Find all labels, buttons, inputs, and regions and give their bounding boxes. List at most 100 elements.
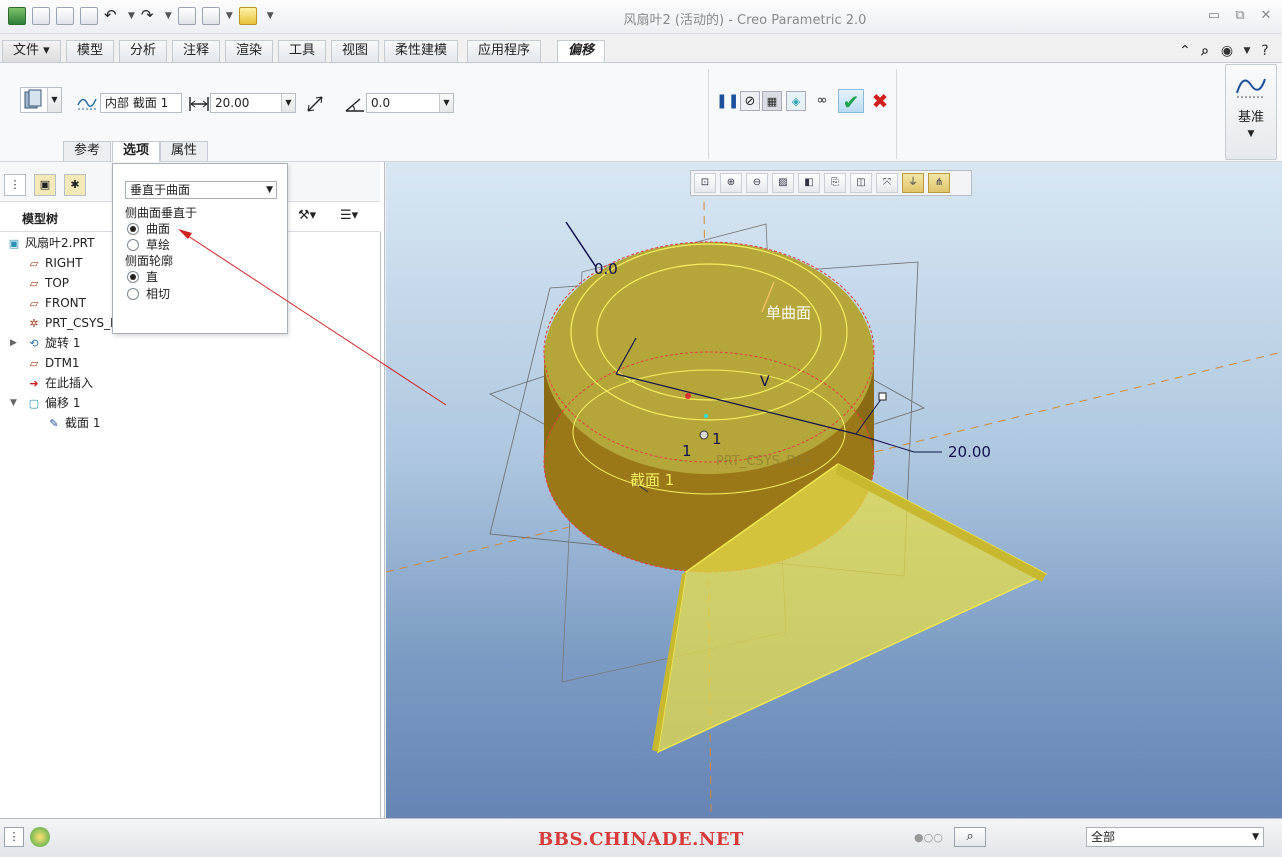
offset-type-icon: [24, 89, 42, 109]
tree-item-front[interactable]: ▱ FRONT: [26, 294, 86, 312]
tree-item-dtm1[interactable]: ▱ DTM1: [26, 354, 80, 372]
tree-settings-icon[interactable]: ⚒▾: [298, 208, 316, 223]
radio-tangent[interactable]: 相切: [127, 285, 170, 302]
offset-type-selector[interactable]: ▼: [20, 87, 62, 113]
section-label: 截面 1: [630, 471, 675, 489]
tree-item-label: FRONT: [45, 296, 86, 310]
tree-item-top[interactable]: ▱ TOP: [26, 274, 69, 292]
folder-browser-tab-icon[interactable]: ▣: [34, 174, 56, 196]
side-surface-type-select[interactable]: 垂直于曲面 ▼: [125, 181, 277, 199]
tab-file[interactable]: 文件 ▾: [2, 40, 61, 62]
datum-dropdown-icon: ▼: [1247, 129, 1255, 139]
tab-properties[interactable]: 属性: [160, 141, 209, 161]
distance-dropdown-icon: ▼: [281, 94, 295, 112]
group1-label: 侧曲面垂直于: [125, 206, 198, 220]
tab-applications[interactable]: 应用程序: [467, 40, 542, 62]
group2-label: 侧面轮廓: [125, 254, 174, 268]
radio-dot: [127, 270, 139, 283]
radio-straight[interactable]: 直: [127, 268, 158, 285]
saved-views-icon[interactable]: ⎘: [824, 173, 846, 193]
collapse-icon[interactable]: ▼: [10, 398, 17, 408]
minimize-button[interactable]: ▭: [1204, 8, 1224, 24]
tree-item-section[interactable]: ✎ 截面 1: [46, 414, 100, 432]
tab-view[interactable]: 视图: [331, 40, 380, 62]
dimension-value-label[interactable]: 20.00: [948, 443, 991, 461]
display-style-icon[interactable]: ◧: [798, 173, 820, 193]
verify-icon[interactable]: ◈: [786, 91, 806, 111]
annotation-display-icon[interactable]: ⋔: [928, 173, 950, 193]
section-collector[interactable]: 内部 截面 1: [100, 93, 182, 113]
find-icon[interactable]: ⌕: [954, 827, 986, 847]
draft-angle-icon: [345, 98, 364, 112]
angle-leader: [565, 221, 597, 268]
drag-handle: [878, 392, 887, 401]
tab-render[interactable]: 渲染: [225, 40, 274, 62]
refit-icon[interactable]: ⊡: [694, 173, 716, 193]
preview-icon[interactable]: ▦: [762, 91, 782, 111]
zoom-in-icon[interactable]: ⊕: [720, 173, 742, 193]
distance-input[interactable]: 20.00 ▼: [210, 93, 296, 113]
selection-filter-select[interactable]: 全部 ▼: [1086, 827, 1264, 847]
radio-label: 相切: [146, 287, 171, 301]
radio-label: 曲面: [146, 222, 171, 236]
tree-item-label: RIGHT: [45, 256, 83, 270]
glasses-preview-icon[interactable]: ∞: [810, 91, 834, 111]
datum-group-button[interactable]: 基准 ▼: [1225, 64, 1277, 160]
tree-item-offset[interactable]: ▢ 偏移 1: [26, 394, 81, 412]
sketch-icon: ✎: [49, 417, 59, 430]
datum-plane-icon: ▱: [29, 297, 39, 310]
ribbon-divider: [896, 69, 897, 159]
tree-item-insert-here[interactable]: ➜ 在此插入: [26, 374, 93, 392]
datum-plane-icon: ▱: [29, 357, 39, 370]
zoom-out-icon[interactable]: ⊖: [746, 173, 768, 193]
help-icon[interactable]: ?: [1256, 42, 1274, 60]
datum-display-icon[interactable]: ⏚: [902, 173, 924, 193]
search-icon[interactable]: ⌕: [1196, 42, 1214, 60]
single-surface-label: 单曲面: [766, 304, 812, 322]
insert-arrow-icon: ➜: [29, 377, 39, 390]
help-dropdown-icon[interactable]: ▼: [1238, 42, 1256, 60]
restore-button[interactable]: ⧉: [1230, 8, 1250, 24]
tree-item-part[interactable]: ▣ 风扇叶2.PRT: [6, 234, 95, 252]
tab-model[interactable]: 模型: [66, 40, 115, 62]
cancel-button[interactable]: ✖: [870, 91, 890, 111]
radio-sketch[interactable]: 草绘: [127, 236, 170, 253]
radio-surface[interactable]: 曲面: [127, 220, 170, 237]
radio-dot: [127, 238, 139, 251]
favorites-tab-icon[interactable]: ✱: [64, 174, 86, 196]
tab-tools[interactable]: 工具: [278, 40, 327, 62]
no-preview-icon[interactable]: ⊘: [740, 91, 760, 111]
flip-direction-icon[interactable]: [304, 93, 326, 115]
view-manager-icon[interactable]: ◫: [850, 173, 872, 193]
sketch-icon[interactable]: [76, 91, 98, 113]
help-center-icon[interactable]: ◉: [1218, 42, 1236, 60]
offset-ribbon: ▼ 内部 截面 1 20.00 ▼ 0.0 ▼ ❚❚ ⊘ ▦ ◈ ∞ ✔ ✖ 基…: [0, 62, 1282, 162]
tab-offset[interactable]: 偏移: [557, 40, 606, 63]
angle-value-label[interactable]: 0.0: [594, 260, 618, 278]
constraint-label: 1: [712, 430, 722, 448]
tree-item-right[interactable]: ▱ RIGHT: [26, 254, 83, 272]
expand-icon[interactable]: ▶: [10, 338, 17, 348]
perspective-icon[interactable]: ⤧: [876, 173, 898, 193]
angle-input[interactable]: 0.0 ▼: [366, 93, 454, 113]
tab-flexible-modeling[interactable]: 柔性建模: [384, 40, 459, 62]
chevron-down-icon: ▼: [266, 185, 273, 195]
pause-icon[interactable]: ❚❚: [716, 91, 739, 111]
tab-options[interactable]: 选项: [112, 141, 161, 162]
radio-dot: [127, 222, 139, 235]
repaint-icon[interactable]: ▨: [772, 173, 794, 193]
collapse-ribbon-icon[interactable]: ⌃: [1176, 42, 1194, 60]
model-tree-tab-icon[interactable]: ⋮: [4, 174, 26, 196]
tree-filter-icon[interactable]: ☰▾: [340, 208, 358, 223]
tab-references[interactable]: 参考: [63, 141, 112, 161]
close-button[interactable]: ✕: [1256, 8, 1276, 24]
graphics-viewport[interactable]: ⊡ ⊕ ⊖ ▨ ◧ ⎘ ◫ ⤧ ⏚ ⋔ 单曲面 截面 1 20.00 0.0 V…: [386, 162, 1282, 818]
radio-dot: [127, 287, 139, 300]
tab-annotate[interactable]: 注释: [172, 40, 221, 62]
datum-plane-icon: ▱: [29, 277, 39, 290]
select-value: 垂直于曲面: [130, 183, 191, 197]
tree-item-revolve[interactable]: ⟲ 旋转 1: [26, 334, 80, 352]
tab-analysis[interactable]: 分析: [119, 40, 168, 62]
ok-button[interactable]: ✔: [838, 89, 864, 114]
model-graphics: [386, 201, 1282, 813]
